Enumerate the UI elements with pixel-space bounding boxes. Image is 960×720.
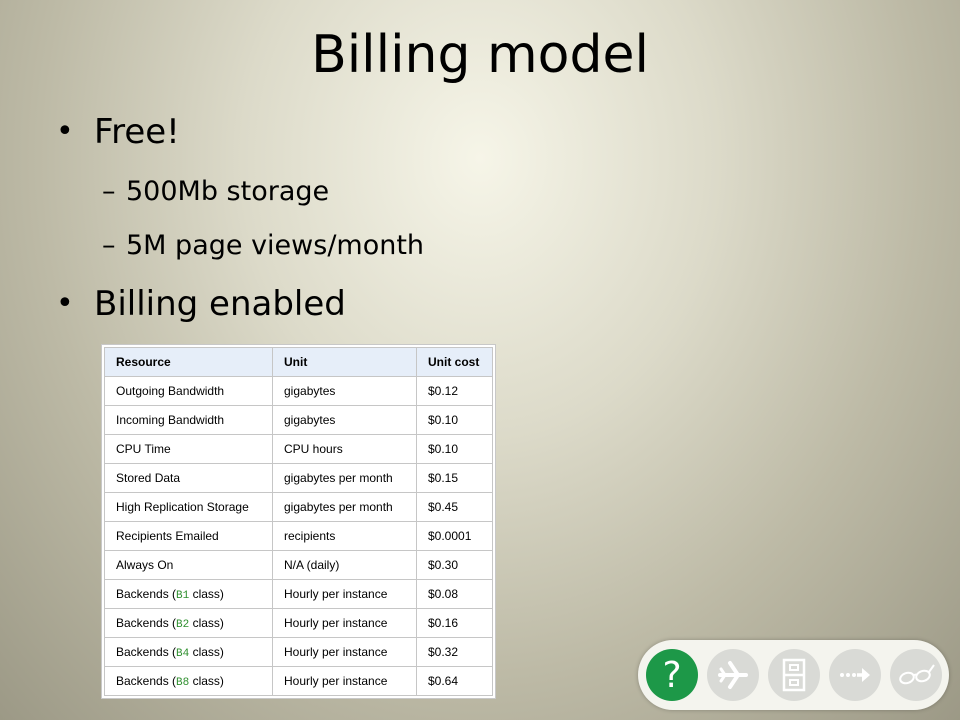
resource-prefix: Backends ( [116, 586, 177, 601]
pricing-table-image: Resource Unit Unit cost Outgoing Bandwid… [101, 344, 496, 699]
column-header-unit: Unit [272, 347, 417, 377]
cost-cell: $0.15 [416, 463, 493, 493]
backend-class-code: B1 [176, 589, 190, 602]
resource-suffix: class) [189, 644, 224, 659]
resource-cell: CPU Time [104, 434, 273, 464]
table-row: Backends (B1 class) Hourly per instance … [104, 579, 493, 609]
resource-cell: High Replication Storage [104, 492, 273, 522]
unit-cell: recipients [272, 521, 417, 551]
table-row: Backends (B8 class) Hourly per instance … [104, 666, 493, 696]
unit-cell: gigabytes [272, 376, 417, 406]
cost-cell: $0.10 [416, 434, 493, 464]
table-row: Recipients Emailed recipients $0.0001 [104, 521, 493, 551]
cost-cell: $0.32 [416, 637, 493, 667]
resource-prefix: Backends ( [116, 644, 177, 659]
resource-suffix: class) [189, 673, 224, 688]
slide-title: Billing model [311, 25, 649, 85]
unit-cell: Hourly per instance [272, 608, 417, 638]
glasses-icon [899, 664, 935, 685]
unit-cell: gigabytes [272, 405, 417, 435]
next-slide-button[interactable] [829, 649, 881, 701]
resource-cell: Backends (B4 class) [104, 637, 273, 667]
backend-class-code: B4 [176, 647, 190, 660]
table-row: Stored Data gigabytes per month $0.15 [104, 463, 493, 493]
resource-cell: Stored Data [104, 463, 273, 493]
resource-suffix: class) [189, 586, 224, 601]
resource-prefix: Backends ( [116, 673, 177, 688]
sub-bullet-text: 5M page views/month [126, 230, 425, 261]
cost-cell: $0.30 [416, 550, 493, 580]
cost-cell: $0.0001 [416, 521, 493, 551]
resource-suffix: class) [189, 615, 224, 630]
resource-cell: Incoming Bandwidth [104, 405, 273, 435]
bullet-dot-icon: • [56, 114, 74, 149]
sub-bullet-text: 500Mb storage [126, 176, 330, 207]
table-row: Incoming Bandwidth gigabytes $0.10 [104, 405, 493, 435]
unit-cell: gigabytes per month [272, 492, 417, 522]
table-row: Outgoing Bandwidth gigabytes $0.12 [104, 376, 493, 406]
cost-cell: $0.16 [416, 608, 493, 638]
table-row: CPU Time CPU hours $0.10 [104, 434, 493, 464]
cost-cell: $0.08 [416, 579, 493, 609]
unit-cell: N/A (daily) [272, 550, 417, 580]
cost-cell: $0.12 [416, 376, 493, 406]
airplane-icon [718, 661, 748, 689]
unit-cell: gigabytes per month [272, 463, 417, 493]
resource-cell: Always On [104, 550, 273, 580]
reading-view-button[interactable] [890, 649, 942, 701]
sub-bullet-dash: – [102, 230, 116, 261]
cost-cell: $0.64 [416, 666, 493, 696]
bullet-text: Free! [94, 112, 180, 152]
resource-cell: Outgoing Bandwidth [104, 376, 273, 406]
help-icon: ? [662, 654, 682, 696]
resource-cell: Backends (B8 class) [104, 666, 273, 696]
file-cabinet-button[interactable] [768, 649, 820, 701]
table-header-row: Resource Unit Unit cost [104, 347, 493, 377]
resource-prefix: Backends ( [116, 615, 177, 630]
resource-cell: Backends (B1 class) [104, 579, 273, 609]
table-row: Always On N/A (daily) $0.30 [104, 550, 493, 580]
unit-cell: CPU hours [272, 434, 417, 464]
pricing-table: Resource Unit Unit cost Outgoing Bandwid… [104, 347, 493, 696]
backend-class-code: B8 [176, 676, 190, 689]
bullet-text: Billing enabled [94, 284, 346, 324]
unit-cell: Hourly per instance [272, 666, 417, 696]
slide-navigation-bar: ? [638, 640, 949, 710]
file-cabinet-icon [782, 658, 806, 692]
column-header-resource: Resource [104, 347, 273, 377]
cost-cell: $0.45 [416, 492, 493, 522]
cost-cell: $0.10 [416, 405, 493, 435]
help-button[interactable]: ? [646, 649, 698, 701]
bullet-dot-icon: • [56, 286, 74, 321]
resource-cell: Backends (B2 class) [104, 608, 273, 638]
airplane-button[interactable] [707, 649, 759, 701]
table-row: Backends (B4 class) Hourly per instance … [104, 637, 493, 667]
resource-cell: Recipients Emailed [104, 521, 273, 551]
unit-cell: Hourly per instance [272, 579, 417, 609]
backend-class-code: B2 [176, 618, 190, 631]
arrow-right-icon [840, 668, 870, 682]
table-row: High Replication Storage gigabytes per m… [104, 492, 493, 522]
unit-cell: Hourly per instance [272, 637, 417, 667]
sub-bullet-dash: – [102, 176, 116, 207]
table-row: Backends (B2 class) Hourly per instance … [104, 608, 493, 638]
column-header-unit-cost: Unit cost [416, 347, 493, 377]
